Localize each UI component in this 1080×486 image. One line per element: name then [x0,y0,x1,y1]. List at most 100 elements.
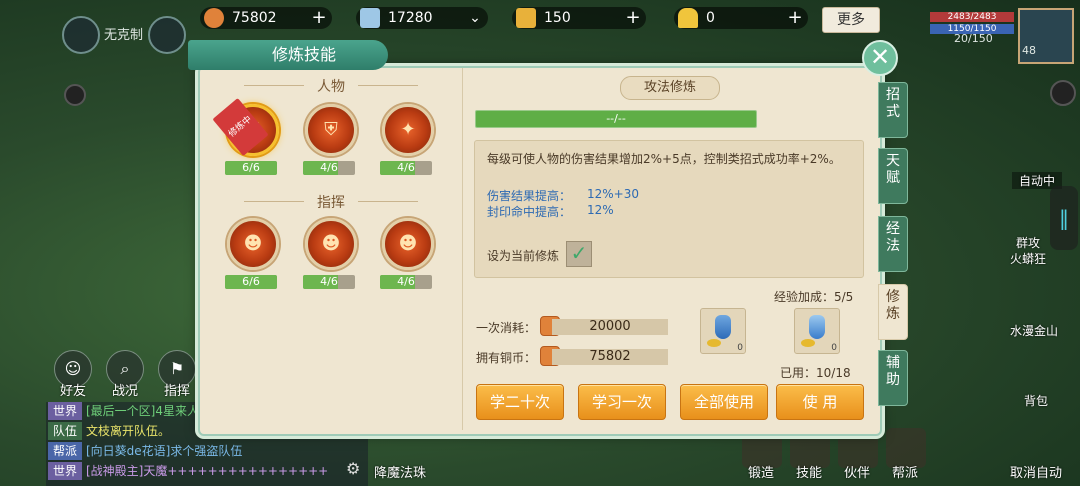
skill-command-2[interactable]: ☻ [305,218,357,270]
scroll-value: 17280 [388,10,433,26]
expand-arrow-icon[interactable] [64,84,86,106]
copper-value: 75802 [232,10,277,26]
sp-value: 20/150 [954,32,993,45]
skill-group-attack[interactable]: 群攻 [1016,234,1040,251]
add-gold-scroll-button[interactable]: + [624,7,642,29]
chat-line: 世界 [最后一个区]4星来人 [48,402,199,420]
skill-level-bar: 6/6 [225,275,277,289]
divider [358,85,418,86]
use-button[interactable]: 使 用 [776,384,864,420]
tab-cultivation[interactable]: 修炼 [878,284,908,340]
potion-icon [715,315,731,339]
add-copper-button[interactable]: + [310,7,328,29]
chat-line: 帮派 [向日葵de花语]求个强盗队伍 [48,442,242,460]
currency-ingot: 0 + [674,7,808,29]
chat-line: 队伍 文枝离开队伍。 [48,422,170,440]
gold-icon [707,339,721,347]
chat-text: [向日葵de花语]求个强盗队伍 [86,444,243,458]
cost-once-value: 20000 [552,319,668,335]
chat-line: 世界 [战神殿主]天魔++++++++++++++++ [48,462,328,480]
forge-label: 锻造 [748,466,775,481]
skill-description: 每级可使人物的伤害结果增加2%+5点，控制类招式成功率+2%。 [487,152,841,166]
item-count: 0 [737,343,743,353]
skill-list-panel: 人物 ⚔ 修炼中 6/6 ⛨ 4/6 ✦ 4/6 指挥 ☻ 6/6 ☻ 4/6 … [200,68,462,430]
stat-seal-label: 封印命中提高： [487,205,572,219]
pause-handle-icon[interactable]: ‖ [1050,186,1078,250]
emblem-icon[interactable] [148,16,186,54]
skill-level-bar: 4/6 [380,161,432,175]
cancel-auto-button[interactable]: 取消自动 [1010,462,1062,481]
chat-text: 文枝离开队伍。 [86,424,171,438]
section-title: 指挥 [200,192,462,212]
expand-scroll-button[interactable]: ⌄ [466,7,484,29]
skill-defense-cultivation[interactable]: ⛨ [305,104,357,156]
exp-progress-bar: --/-- [475,110,757,128]
exp-bonus-label: 经验加成：5/5 [774,290,854,304]
friends-label: 好友 [60,384,87,399]
skill-level-bar: 4/6 [303,275,355,289]
gold-ingot-icon [678,8,698,28]
gold-icon [801,339,815,347]
divider [244,85,304,86]
mode-label: 无克制 [104,28,144,43]
guild-label: 帮派 [892,466,919,481]
gold-scroll-value: 150 [544,10,571,26]
skill-flood[interactable]: 水漫金山 [1010,322,1058,339]
learn-once-button[interactable]: 学习一次 [578,384,666,420]
section-title: 人物 [200,76,462,96]
currency-scroll: 17280 ⌄ [356,7,488,29]
skill-magic-cultivation[interactable]: ✦ [382,104,434,156]
battle-status-label: 战况 [112,384,139,399]
stat-damage-label: 伤害结果提高： [487,189,572,203]
skill-command-1[interactable]: ☻ [227,218,279,270]
chat-text: [最后一个区]4星来人 [86,404,199,418]
tab-moves[interactable]: 招式 [878,82,908,138]
chat-channel-tag: 世界 [48,462,82,480]
command-label: 指挥 [164,384,191,399]
description-box: 每级可使人物的伤害结果增加2%+5点，控制类招式成功率+2%。 伤害结果提高： … [474,140,864,278]
used-count-label: 已用：10/18 [780,366,851,380]
item-count: 0 [831,343,837,353]
exp-potion-slot-1[interactable]: 0 [700,308,746,354]
stat-seal-value: 12% [587,203,614,217]
learn-twenty-button[interactable]: 学二十次 [476,384,564,420]
exp-potion-slot-2[interactable]: 0 [794,308,840,354]
player-level: 48 [1022,44,1036,57]
collapse-arrow-icon[interactable] [1050,80,1076,106]
bag-button[interactable]: 背包 [1024,392,1048,409]
tab-scripture[interactable]: 经法 [878,216,908,272]
tab-assist[interactable]: 辅助 [878,350,908,406]
owned-copper-value: 75802 [552,349,668,365]
skill-detail-title: 攻法修炼 [620,76,720,100]
dialog-title: 修炼技能 [188,40,388,70]
divider [244,201,304,202]
skill-command-3[interactable]: ☻ [382,218,434,270]
currency-gold-scroll: 150 + [512,7,646,29]
tab-talent[interactable]: 天赋 [878,148,908,204]
skill-level-bar: 4/6 [303,161,355,175]
owned-copper-label: 拥有铜币： [476,351,537,365]
set-current-label: 设为当前修炼 [487,249,560,263]
chat-channel-tag: 世界 [48,402,82,420]
add-ingot-button[interactable]: + [786,7,804,29]
gold-scroll-icon [516,8,536,28]
use-all-button[interactable]: 全部使用 [680,384,768,420]
cost-once-label: 一次消耗： [476,321,537,335]
skill-level-bar: 6/6 [225,161,277,175]
training-badge: 修炼中 [212,98,269,156]
chat-text: [战神殿主]天魔++++++++++++++++ [86,464,329,478]
skill-attack-cultivation[interactable]: ⚔ 修炼中 [212,98,279,156]
skill-fire-python[interactable]: 火蟒狂 [1010,250,1046,267]
mode-icon[interactable] [62,16,100,54]
set-current-checkbox[interactable]: ✓ [566,241,592,267]
divider [358,201,418,202]
partner-label: 伙伴 [844,466,871,481]
ingot-value: 0 [706,10,715,26]
skills-label: 技能 [796,466,823,481]
chat-channel-tag: 帮派 [48,442,82,460]
more-button[interactable]: 更多 [822,7,880,33]
settings-gear-icon[interactable]: ⚙ [346,459,360,478]
hp-bar: 2483/2483 [930,12,1014,22]
demon-bead-label[interactable]: 降魔法珠 [374,462,426,481]
currency-copper: 75802 + [200,7,332,29]
